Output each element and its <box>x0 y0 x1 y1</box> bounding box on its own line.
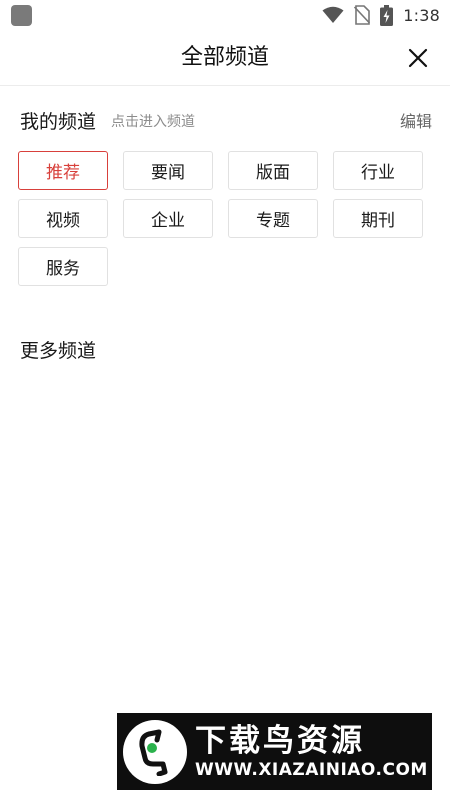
watermark-title: 下载鸟资源 <box>195 722 365 759</box>
channel-chip-journals[interactable]: 期刊 <box>333 199 423 238</box>
channel-chip-topics[interactable]: 专题 <box>228 199 318 238</box>
my-channels-hint: 点击进入频道 <box>111 114 196 130</box>
watermark-banner: 下载鸟资源 WWW.XIAZAINIAO.COM <box>117 713 432 790</box>
status-icons: 1:38 <box>322 4 440 26</box>
watermark-texts: 下载鸟资源 WWW.XIAZAINIAO.COM <box>195 723 428 781</box>
status-time: 1:38 <box>403 5 440 25</box>
page-title: 全部频道 <box>180 45 269 70</box>
bird-logo-icon <box>123 719 187 784</box>
channel-chip-video[interactable]: 视频 <box>18 199 108 238</box>
my-channels-grid: 推荐 要闻 版面 行业 视频 企业 专题 期刊 服务 <box>18 151 428 286</box>
channel-chip-industry[interactable]: 行业 <box>333 151 423 190</box>
close-button[interactable] <box>400 40 436 76</box>
channel-chip-recommend[interactable]: 推荐 <box>18 151 108 190</box>
channel-chip-headlines[interactable]: 要闻 <box>123 151 213 190</box>
notification-square-icon <box>11 5 32 26</box>
my-channels-title: 我的频道 <box>20 110 97 133</box>
no-sim-icon <box>354 5 371 25</box>
battery-charging-icon <box>380 4 394 26</box>
channel-chip-pages[interactable]: 版面 <box>228 151 318 190</box>
channel-chip-services[interactable]: 服务 <box>18 247 108 286</box>
channel-chip-enterprise[interactable]: 企业 <box>123 199 213 238</box>
edit-button[interactable]: 编辑 <box>400 108 432 132</box>
wifi-icon <box>322 6 344 23</box>
close-icon <box>408 48 428 68</box>
status-bar: 1:38 <box>0 0 450 30</box>
more-channels-title: 更多频道 <box>20 340 97 362</box>
my-channels-header: 我的频道 点击进入频道 编辑 <box>20 106 432 134</box>
header: 全部频道 <box>0 30 450 86</box>
watermark-url: WWW.XIAZAINIAO.COM <box>195 759 428 780</box>
